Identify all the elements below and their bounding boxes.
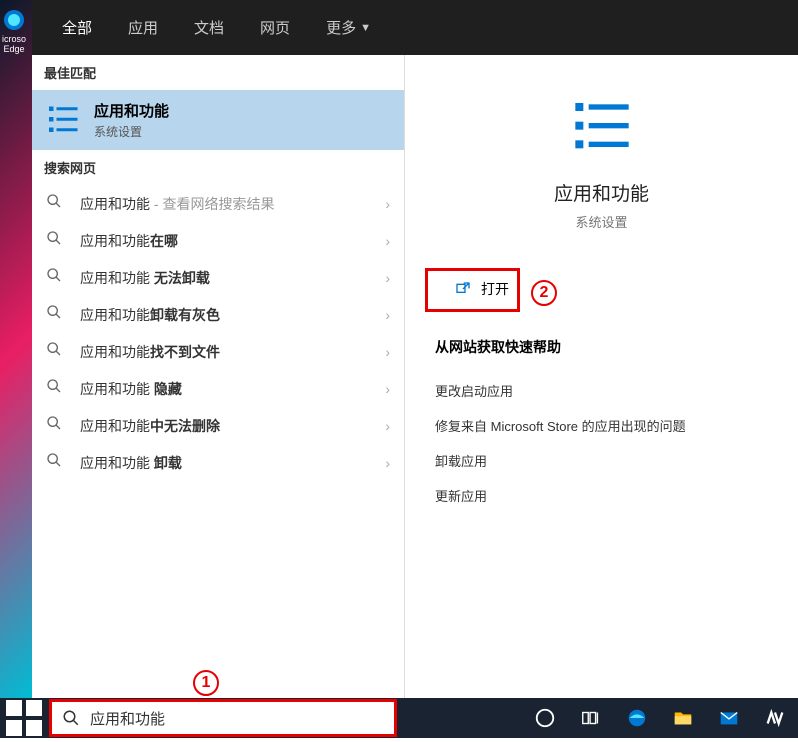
search-icon <box>46 378 66 399</box>
chevron-down-icon: ▼ <box>360 22 371 34</box>
start-button[interactable] <box>0 698 48 738</box>
open-icon <box>455 281 471 297</box>
web-result-text: 应用和功能 隐藏 <box>80 379 385 399</box>
web-result-text: 应用和功能 无法卸载 <box>80 268 385 288</box>
list-settings-icon <box>570 95 634 159</box>
detail-panel: 应用和功能 系统设置 打开 从网站获取快速帮助 更改启动应用修复来自 Micro… <box>405 55 798 698</box>
taskbar-edge[interactable] <box>614 698 660 738</box>
best-match-title: 应用和功能 <box>94 100 169 121</box>
chevron-right-icon: › <box>385 196 390 212</box>
search-icon <box>46 193 66 214</box>
taskview-icon <box>580 707 602 729</box>
search-icon <box>46 230 66 251</box>
web-result-item[interactable]: 应用和功能卸载有灰色 › <box>32 296 404 333</box>
taskbar-search-box[interactable]: 应用和功能 <box>49 699 397 737</box>
edge-icon <box>2 8 26 32</box>
edge-icon <box>626 707 648 729</box>
section-web: 搜索网页 <box>32 150 404 185</box>
search-icon <box>46 304 66 325</box>
section-best-match: 最佳匹配 <box>32 55 404 90</box>
chevron-right-icon: › <box>385 344 390 360</box>
folder-icon <box>672 707 694 729</box>
edge-shortcut[interactable]: icroso Edge <box>0 8 28 58</box>
web-result-item[interactable]: 应用和功能 - 查看网络搜索结果 › <box>32 185 404 222</box>
web-result-text: 应用和功能在哪 <box>80 231 385 251</box>
web-result-text: 应用和功能中无法删除 <box>80 416 385 436</box>
chevron-right-icon: › <box>385 307 390 323</box>
chevron-right-icon: › <box>385 270 390 286</box>
tab-web[interactable]: 网页 <box>242 0 308 55</box>
windows-icon <box>0 694 48 742</box>
web-result-item[interactable]: 应用和功能在哪 › <box>32 222 404 259</box>
search-icon <box>46 341 66 362</box>
chevron-right-icon: › <box>385 381 390 397</box>
tab-all[interactable]: 全部 <box>44 0 110 55</box>
taskbar: 应用和功能 <box>0 698 798 738</box>
help-link[interactable]: 更改启动应用 <box>425 373 778 408</box>
best-match-item[interactable]: 应用和功能 系统设置 <box>32 90 404 150</box>
web-result-item[interactable]: 应用和功能 无法卸载 › <box>32 259 404 296</box>
help-link[interactable]: 卸载应用 <box>425 443 778 478</box>
web-result-text: 应用和功能 卸载 <box>80 453 385 473</box>
search-results-panel: 最佳匹配 应用和功能 系统设置 搜索网页 应用和功能 - 查看网络搜索结果 › … <box>32 55 405 698</box>
taskbar-taskview[interactable] <box>568 698 614 738</box>
search-input-text: 应用和功能 <box>90 708 165 729</box>
help-link[interactable]: 修复来自 Microsoft Store 的应用出现的问题 <box>425 408 778 443</box>
tab-docs[interactable]: 文档 <box>176 0 242 55</box>
search-icon <box>46 267 66 288</box>
help-header: 从网站获取快速帮助 <box>435 337 778 357</box>
tab-apps[interactable]: 应用 <box>110 0 176 55</box>
chevron-right-icon: › <box>385 418 390 434</box>
mail-icon <box>718 707 740 729</box>
tab-more[interactable]: 更多▼ <box>308 0 389 55</box>
web-result-item[interactable]: 应用和功能中无法删除 › <box>32 407 404 444</box>
web-result-item[interactable]: 应用和功能 隐藏 › <box>32 370 404 407</box>
chevron-right-icon: › <box>385 233 390 249</box>
web-result-text: 应用和功能 - 查看网络搜索结果 <box>80 194 385 214</box>
list-settings-icon <box>46 102 82 138</box>
taskbar-explorer[interactable] <box>660 698 706 738</box>
web-result-item[interactable]: 应用和功能找不到文件 › <box>32 333 404 370</box>
app-icon <box>764 707 786 729</box>
chevron-right-icon: › <box>385 455 390 471</box>
search-tabs-bar: 全部 应用 文档 网页 更多▼ <box>32 0 798 55</box>
detail-subtitle: 系统设置 <box>425 212 778 231</box>
web-result-text: 应用和功能找不到文件 <box>80 342 385 362</box>
circle-icon <box>534 707 556 729</box>
taskbar-mail[interactable] <box>706 698 752 738</box>
taskbar-cortana[interactable] <box>522 698 568 738</box>
search-icon <box>62 709 80 727</box>
open-button[interactable]: 打开 <box>435 271 529 307</box>
detail-title: 应用和功能 <box>425 179 778 206</box>
help-link[interactable]: 更新应用 <box>425 478 778 513</box>
desktop-background: icroso Edge <box>0 0 32 698</box>
taskbar-app[interactable] <box>752 698 798 738</box>
search-icon <box>46 415 66 436</box>
web-result-text: 应用和功能卸载有灰色 <box>80 305 385 325</box>
web-result-item[interactable]: 应用和功能 卸载 › <box>32 444 404 481</box>
best-match-subtitle: 系统设置 <box>94 123 169 140</box>
search-icon <box>46 452 66 473</box>
